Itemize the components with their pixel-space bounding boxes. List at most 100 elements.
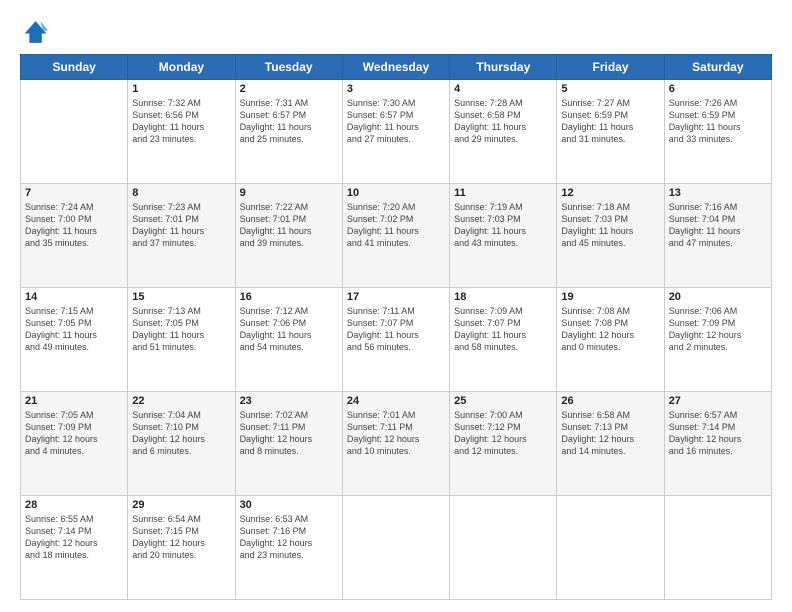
cell-info: Sunrise: 7:04 AM Sunset: 7:10 PM Dayligh…: [132, 409, 230, 458]
cell-info: Sunrise: 7:06 AM Sunset: 7:09 PM Dayligh…: [669, 305, 767, 354]
cell-info: Sunrise: 7:30 AM Sunset: 6:57 PM Dayligh…: [347, 97, 445, 146]
calendar-cell: 12 Sunrise: 7:18 AM Sunset: 7:03 PM Dayli…: [557, 184, 664, 288]
day-number: 24: [347, 395, 445, 407]
cell-info: Sunrise: 7:08 AM Sunset: 7:08 PM Dayligh…: [561, 305, 659, 354]
cell-info: Sunrise: 7:02 AM Sunset: 7:11 PM Dayligh…: [240, 409, 338, 458]
calendar-cell: 21Sunrise: 7:05 AM Sunset: 7:09 PM Dayli…: [21, 392, 128, 496]
day-number: 16: [240, 291, 338, 303]
cell-info: Sunrise: 6:54 AM Sunset: 7:15 PM Dayligh…: [132, 513, 230, 562]
calendar-cell: 19 Sunrise: 7:08 AM Sunset: 7:08 PM Dayli…: [557, 288, 664, 392]
calendar-header-row: SundayMondayTuesdayWednesdayThursdayFrid…: [21, 55, 772, 80]
cell-info: Sunrise: 7:22 AM Sunset: 7:01 PM Dayligh…: [240, 201, 338, 250]
calendar-cell: 10Sunrise: 7:20 AM Sunset: 7:02 PM Dayli…: [342, 184, 449, 288]
cell-info: Sunrise: 7:15 AM Sunset: 7:05 PM Dayligh…: [25, 305, 123, 354]
calendar-cell: 8 Sunrise: 7:23 AM Sunset: 7:01 PM Daylig…: [128, 184, 235, 288]
cell-info: Sunrise: 7:16 AM Sunset: 7:04 PM Dayligh…: [669, 201, 767, 250]
calendar-week-5: 28 Sunrise: 6:55 AM Sunset: 7:14 PM Dayli…: [21, 496, 772, 600]
cell-info: Sunrise: 7:20 AM Sunset: 7:02 PM Dayligh…: [347, 201, 445, 250]
cell-info: Sunrise: 7:00 AM Sunset: 7:12 PM Dayligh…: [454, 409, 552, 458]
cell-info: Sunrise: 6:55 AM Sunset: 7:14 PM Dayligh…: [25, 513, 123, 562]
calendar-cell: 1Sunrise: 7:32 AM Sunset: 6:56 PM Daylig…: [128, 80, 235, 184]
calendar-header-sunday: Sunday: [21, 55, 128, 80]
day-number: 26: [561, 395, 659, 407]
cell-info: Sunrise: 7:13 AM Sunset: 7:05 PM Dayligh…: [132, 305, 230, 354]
calendar-cell: 28 Sunrise: 6:55 AM Sunset: 7:14 PM Dayli…: [21, 496, 128, 600]
calendar-cell: 5 Sunrise: 7:27 AM Sunset: 6:59 PM Daylig…: [557, 80, 664, 184]
cell-info: Sunrise: 7:27 AM Sunset: 6:59 PM Dayligh…: [561, 97, 659, 146]
cell-info: Sunrise: 7:23 AM Sunset: 7:01 PM Dayligh…: [132, 201, 230, 250]
cell-info: Sunrise: 7:18 AM Sunset: 7:03 PM Dayligh…: [561, 201, 659, 250]
cell-info: Sunrise: 7:11 AM Sunset: 7:07 PM Dayligh…: [347, 305, 445, 354]
calendar-header-thursday: Thursday: [450, 55, 557, 80]
calendar-cell: 25 Sunrise: 7:00 AM Sunset: 7:12 PM Dayli…: [450, 392, 557, 496]
day-number: 5: [561, 83, 659, 95]
calendar-cell: [342, 496, 449, 600]
day-number: 7: [25, 187, 123, 199]
logo-icon: [20, 18, 48, 46]
calendar-cell: 17 Sunrise: 7:11 AM Sunset: 7:07 PM Dayli…: [342, 288, 449, 392]
cell-info: Sunrise: 7:24 AM Sunset: 7:00 PM Dayligh…: [25, 201, 123, 250]
calendar-cell: 11 Sunrise: 7:19 AM Sunset: 7:03 PM Dayli…: [450, 184, 557, 288]
calendar-cell: 3Sunrise: 7:30 AM Sunset: 6:57 PM Daylig…: [342, 80, 449, 184]
cell-info: Sunrise: 7:19 AM Sunset: 7:03 PM Dayligh…: [454, 201, 552, 250]
calendar-cell: 20 Sunrise: 7:06 AM Sunset: 7:09 PM Dayli…: [664, 288, 771, 392]
calendar-week-2: 7 Sunrise: 7:24 AM Sunset: 7:00 PM Daylig…: [21, 184, 772, 288]
day-number: 17: [347, 291, 445, 303]
calendar-cell: 22 Sunrise: 7:04 AM Sunset: 7:10 PM Dayli…: [128, 392, 235, 496]
day-number: 8: [132, 187, 230, 199]
day-number: 21: [25, 395, 123, 407]
day-number: 6: [669, 83, 767, 95]
day-number: 11: [454, 187, 552, 199]
calendar-cell: [21, 80, 128, 184]
calendar-header-wednesday: Wednesday: [342, 55, 449, 80]
cell-info: Sunrise: 7:26 AM Sunset: 6:59 PM Dayligh…: [669, 97, 767, 146]
calendar-header-saturday: Saturday: [664, 55, 771, 80]
calendar-cell: 13 Sunrise: 7:16 AM Sunset: 7:04 PM Dayli…: [664, 184, 771, 288]
day-number: 12: [561, 187, 659, 199]
day-number: 28: [25, 499, 123, 511]
calendar-week-3: 14 Sunrise: 7:15 AM Sunset: 7:05 PM Dayli…: [21, 288, 772, 392]
calendar-cell: 23 Sunrise: 7:02 AM Sunset: 7:11 PM Dayli…: [235, 392, 342, 496]
cell-info: Sunrise: 7:01 AM Sunset: 7:11 PM Dayligh…: [347, 409, 445, 458]
day-number: 18: [454, 291, 552, 303]
header: [20, 18, 772, 46]
day-number: 25: [454, 395, 552, 407]
calendar-cell: 30Sunrise: 6:53 AM Sunset: 7:16 PM Dayli…: [235, 496, 342, 600]
day-number: 20: [669, 291, 767, 303]
cell-info: Sunrise: 6:53 AM Sunset: 7:16 PM Dayligh…: [240, 513, 338, 562]
calendar-cell: 14 Sunrise: 7:15 AM Sunset: 7:05 PM Dayli…: [21, 288, 128, 392]
day-number: 15: [132, 291, 230, 303]
calendar-week-1: 1Sunrise: 7:32 AM Sunset: 6:56 PM Daylig…: [21, 80, 772, 184]
calendar-cell: 9Sunrise: 7:22 AM Sunset: 7:01 PM Daylig…: [235, 184, 342, 288]
cell-info: Sunrise: 7:12 AM Sunset: 7:06 PM Dayligh…: [240, 305, 338, 354]
calendar-cell: 7 Sunrise: 7:24 AM Sunset: 7:00 PM Daylig…: [21, 184, 128, 288]
cell-info: Sunrise: 6:57 AM Sunset: 7:14 PM Dayligh…: [669, 409, 767, 458]
calendar-cell: 18Sunrise: 7:09 AM Sunset: 7:07 PM Dayli…: [450, 288, 557, 392]
calendar-cell: 26 Sunrise: 6:58 AM Sunset: 7:13 PM Dayli…: [557, 392, 664, 496]
calendar-cell: 27 Sunrise: 6:57 AM Sunset: 7:14 PM Dayli…: [664, 392, 771, 496]
calendar-cell: [450, 496, 557, 600]
page: SundayMondayTuesdayWednesdayThursdayFrid…: [0, 0, 792, 612]
day-number: 13: [669, 187, 767, 199]
day-number: 22: [132, 395, 230, 407]
day-number: 14: [25, 291, 123, 303]
calendar-table: SundayMondayTuesdayWednesdayThursdayFrid…: [20, 54, 772, 600]
day-number: 23: [240, 395, 338, 407]
day-number: 29: [132, 499, 230, 511]
day-number: 27: [669, 395, 767, 407]
calendar-header-monday: Monday: [128, 55, 235, 80]
cell-info: Sunrise: 7:31 AM Sunset: 6:57 PM Dayligh…: [240, 97, 338, 146]
calendar-week-4: 21Sunrise: 7:05 AM Sunset: 7:09 PM Dayli…: [21, 392, 772, 496]
cell-info: Sunrise: 7:28 AM Sunset: 6:58 PM Dayligh…: [454, 97, 552, 146]
calendar-cell: 6 Sunrise: 7:26 AM Sunset: 6:59 PM Daylig…: [664, 80, 771, 184]
day-number: 4: [454, 83, 552, 95]
day-number: 2: [240, 83, 338, 95]
calendar-cell: 16 Sunrise: 7:12 AM Sunset: 7:06 PM Dayli…: [235, 288, 342, 392]
calendar-cell: 4 Sunrise: 7:28 AM Sunset: 6:58 PM Daylig…: [450, 80, 557, 184]
calendar-cell: [664, 496, 771, 600]
calendar-cell: 15 Sunrise: 7:13 AM Sunset: 7:05 PM Dayli…: [128, 288, 235, 392]
day-number: 19: [561, 291, 659, 303]
cell-info: Sunrise: 6:58 AM Sunset: 7:13 PM Dayligh…: [561, 409, 659, 458]
calendar-header-tuesday: Tuesday: [235, 55, 342, 80]
calendar-cell: [557, 496, 664, 600]
